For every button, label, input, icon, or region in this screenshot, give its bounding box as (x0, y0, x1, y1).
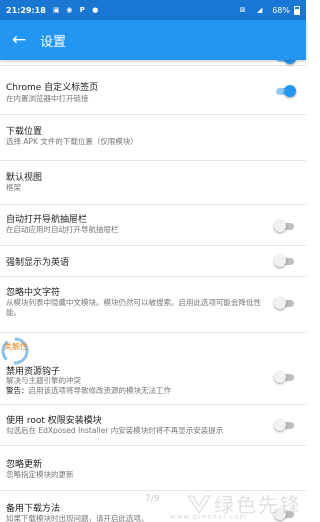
setting-title: 强制显示为英语 (6, 258, 70, 268)
settings-item-auto-open-drawer[interactable]: 自动打开导航抽屉栏 在启动应用时自动打开导航抽屉栏 (0, 205, 306, 246)
watermark-url: www.greenxf.com (170, 513, 248, 521)
settings-item-download-location[interactable]: 下载位置 选择 APK 文件的下载位置（仅限模块） (0, 115, 306, 161)
battery-percent: 68% (272, 5, 290, 15)
setting-subtitle: 忽略指定模块的更新 (6, 470, 74, 479)
battery-icon (294, 5, 300, 15)
setting-title: 忽略更新 (6, 460, 43, 470)
root-install-switch[interactable] (274, 418, 296, 432)
setting-title: 忽略中文字符 (6, 288, 61, 298)
setting-subtitle: 在内置浏览器中打开链接 (6, 94, 89, 103)
ignore-chinese-switch[interactable] (274, 296, 296, 310)
chat-icon: ● (92, 6, 99, 14)
force-english-switch[interactable] (274, 254, 296, 268)
signal-icon: ◢ (257, 6, 263, 14)
settings-item-root-install[interactable]: 使用 root 权限安装模块 勾选后在 EdXposed Installer 内… (0, 405, 306, 446)
setting-subtitle: 选择 APK 文件的下载位置（仅限模块） (6, 137, 138, 146)
green-v-logo-icon (186, 494, 212, 514)
page-title: 设置 (40, 34, 67, 50)
status-bar: 21:29:18 ▣ ◉ P ● ⊠ ◢ 68% (0, 0, 306, 20)
setting-title: 默认视图 (6, 173, 43, 183)
arrow-left-icon: ← (11, 30, 27, 50)
setting-title: 自动打开导航抽屉栏 (6, 215, 88, 225)
setting-title: 使用 root 权限安装模块 (6, 416, 102, 426)
settings-list[interactable]: Chrome 自定义标签页 在内置浏览器中打开链接 下载位置 选择 APK 文件… (0, 60, 306, 522)
settings-item-disable-resource-hooks[interactable]: 禁用资源钩子 解决与主题引擎的冲突 警告：启用该选项将导致修改资源的模块无法工作 (0, 333, 306, 405)
warning-text: 启用该选项将导致修改资源的模块无法工作 (28, 386, 172, 395)
disable-resource-hooks-switch[interactable] (274, 370, 296, 384)
toggle-switch[interactable] (274, 60, 296, 65)
setting-subtitle: 在启动应用时自动打开导航抽屉栏 (6, 225, 119, 234)
overlay-label: 类触性 (4, 342, 28, 351)
p-icon: P (79, 6, 85, 14)
setting-subtitle: 从模块列表中隐藏中文模块。模块仍然可以被搜索。启用此选项可能会降低性能。 (6, 298, 261, 317)
location-icon: ◉ (66, 6, 73, 14)
settings-item-ignore-updates[interactable]: 忽略更新 忽略指定模块的更新 (0, 446, 306, 491)
warning-label: 警告： (6, 386, 29, 395)
setting-subtitle: 勾选后在 EdXposed Installer 内安装模块时将不再显示安装提示 (6, 426, 224, 435)
settings-item-force-english[interactable]: 强制显示为英语 (0, 246, 306, 277)
wifi-off-icon: ⊠ (239, 6, 246, 14)
setting-title: Chrome 自定义标签页 (6, 83, 99, 93)
auto-open-drawer-switch[interactable] (274, 219, 296, 233)
settings-item-default-view[interactable]: 默认视图 框架 (0, 161, 306, 205)
image-icon: ▣ (52, 6, 60, 14)
setting-title: 备用下载方法 (6, 504, 61, 514)
settings-item-ignore-chinese[interactable]: 忽略中文字符 从模块列表中隐藏中文模块。模块仍然可以被搜索。启用此选项可能会降低… (0, 277, 306, 333)
setting-warning: 警告：启用该选项将导致修改资源的模块无法工作 (6, 386, 264, 396)
status-time: 21:29:18 (6, 5, 46, 15)
settings-item-chrome-custom-tabs[interactable]: Chrome 自定义标签页 在内置浏览器中打开链接 (0, 66, 306, 115)
setting-subtitle: 框架 (6, 183, 21, 192)
app-bar: ← 设置 (0, 20, 306, 60)
chrome-custom-tabs-switch[interactable] (274, 84, 296, 98)
page-indicator: 7/9 (145, 494, 160, 504)
setting-subtitle: 解决与主题引擎的冲突 (6, 376, 81, 385)
setting-title: 下载位置 (6, 127, 43, 137)
back-button[interactable]: ← (0, 20, 38, 60)
